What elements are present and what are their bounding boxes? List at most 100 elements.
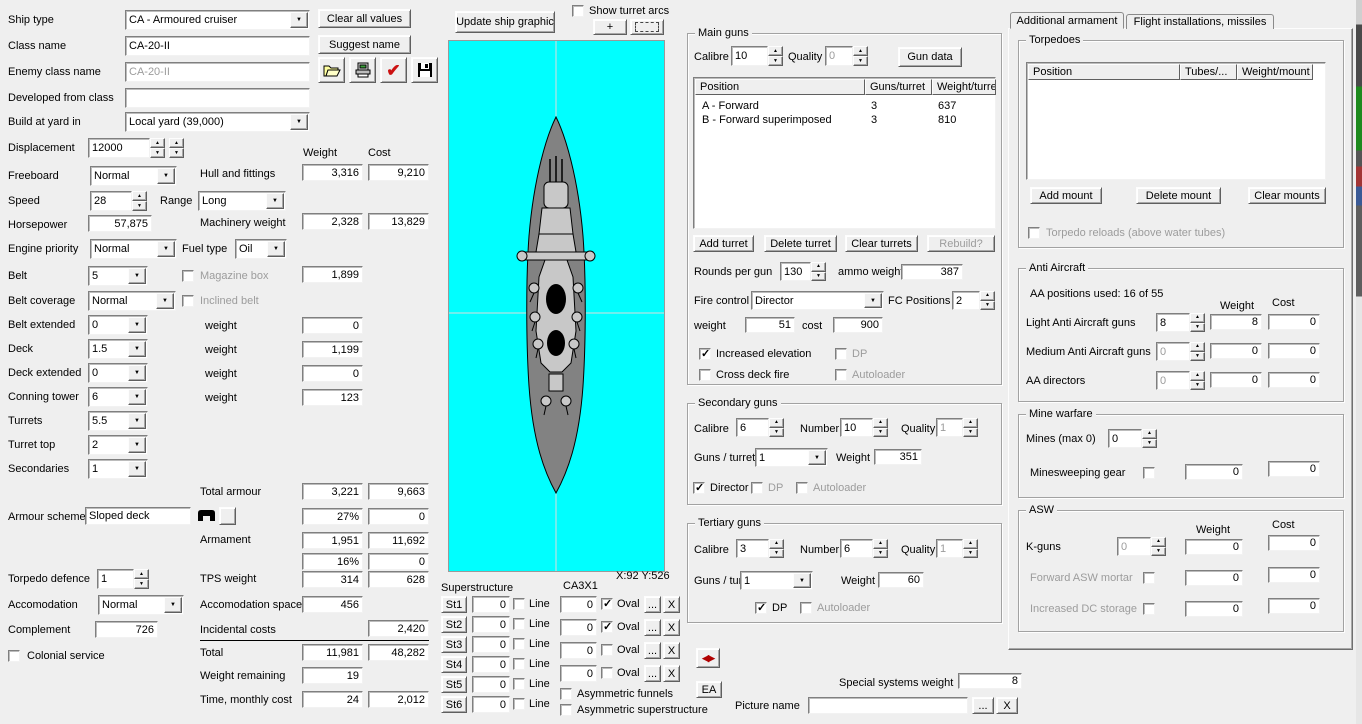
fc-positions-input[interactable]: 2 [952, 291, 980, 310]
rounds-per-gun-input[interactable]: 130 [780, 262, 811, 281]
clear-mounts-button[interactable]: Clear mounts [1248, 187, 1326, 204]
displacement-spinner-fine[interactable]: ▲▼ [169, 138, 184, 158]
turret-row-a-weight[interactable]: 637 [938, 99, 956, 113]
main-calibre-spinner[interactable]: ▲▼ [768, 46, 783, 66]
st1-button[interactable]: St1 [441, 596, 467, 613]
belt-coverage-select[interactable]: Normal▼ [88, 291, 176, 311]
chevron-down-icon[interactable]: ▼ [808, 450, 826, 465]
turret-row-b-weight[interactable]: 810 [938, 113, 956, 127]
funnel4-value[interactable]: 0 [560, 665, 597, 682]
picture-clear-button[interactable]: X [996, 697, 1018, 714]
st6-value[interactable]: 0 [472, 696, 510, 713]
selection-tool-button[interactable] [630, 19, 664, 35]
tab-flight-installations[interactable]: Flight installations, missiles [1126, 14, 1274, 29]
aa-directors-input[interactable]: 0 [1156, 371, 1190, 390]
show-turret-arcs-checkbox[interactable] [572, 5, 584, 17]
colonial-service-checkbox[interactable] [8, 650, 20, 662]
torpedoes-table[interactable]: Position Tubes/... Weight/mount [1026, 62, 1326, 180]
st3-line-checkbox[interactable] [513, 638, 525, 650]
chevron-down-icon[interactable]: ▼ [128, 461, 146, 477]
picture-browse-button[interactable]: ... [972, 697, 994, 714]
light-aa-guns-input[interactable]: 8 [1156, 313, 1190, 332]
developed-from-class-input[interactable] [125, 88, 310, 108]
chevron-down-icon[interactable]: ▼ [266, 193, 284, 209]
increased-elevation-checkbox[interactable] [699, 348, 711, 360]
open-file-button[interactable] [318, 57, 345, 83]
funnel2-delete-button[interactable]: X [663, 619, 680, 636]
add-turret-button[interactable]: Add turret [693, 235, 754, 252]
fc-positions-spinner[interactable]: ▲▼ [980, 291, 995, 310]
chevron-down-icon[interactable]: ▼ [128, 437, 146, 453]
turret-row-b-position[interactable]: B - Forward superimposed [702, 113, 832, 127]
funnel3-value[interactable]: 0 [560, 642, 597, 659]
armour-scheme-picker-button[interactable] [219, 507, 236, 525]
aa-directors-spinner[interactable]: ▲▼ [1190, 371, 1205, 390]
tertiary-calibre-input[interactable]: 3 [736, 539, 769, 558]
secondary-calibre-spinner[interactable]: ▲▼ [769, 418, 784, 437]
turret-row-a-position[interactable]: A - Forward [702, 99, 759, 113]
light-aa-guns-spinner[interactable]: ▲▼ [1190, 313, 1205, 332]
main-quality-spinner[interactable]: ▲▼ [853, 46, 868, 66]
chevron-down-icon[interactable]: ▼ [793, 573, 811, 588]
suggest-name-button[interactable]: Suggest name [318, 35, 411, 54]
ea-button[interactable]: EA [696, 681, 722, 698]
st1-line-checkbox[interactable] [513, 598, 525, 610]
secondary-quality-spinner[interactable]: ▲▼ [963, 418, 978, 437]
tertiary-calibre-spinner[interactable]: ▲▼ [769, 539, 784, 558]
torpedoes-col-position[interactable]: Position [1028, 64, 1180, 80]
chevron-down-icon[interactable]: ▼ [164, 597, 182, 613]
build-at-yard-select[interactable]: Local yard (39,000) ▼ [125, 112, 310, 132]
main-calibre-input[interactable]: 10 [731, 46, 768, 66]
torpedo-defence-input[interactable]: 1 [97, 569, 134, 589]
conning-tower-select[interactable]: 6▼ [88, 387, 148, 407]
cross-deck-fire-checkbox[interactable] [699, 369, 711, 381]
fuel-type-select[interactable]: Oil▼ [235, 239, 287, 259]
chevron-down-icon[interactable]: ▼ [128, 389, 146, 405]
validate-button[interactable]: ✔ [380, 57, 407, 83]
chevron-down-icon[interactable]: ▼ [267, 241, 285, 257]
funnel3-browse-button[interactable]: ... [644, 642, 661, 659]
st1-value[interactable]: 0 [472, 596, 510, 613]
secondary-calibre-input[interactable]: 6 [736, 418, 769, 437]
chevron-down-icon[interactable]: ▼ [290, 12, 308, 28]
main-guns-col-guns-per-turret[interactable]: Guns/turret [865, 79, 932, 95]
class-name-input[interactable] [125, 36, 310, 56]
turrets-select[interactable]: 5.5▼ [88, 411, 148, 431]
ship-type-select[interactable]: CA - Armoured cruiser ▼ [125, 10, 310, 30]
tertiary-dp-checkbox[interactable] [755, 602, 767, 614]
clear-all-values-button[interactable]: Clear all values [318, 9, 411, 28]
fire-control-select[interactable]: Director▼ [751, 291, 884, 310]
funnel1-oval-checkbox[interactable] [601, 598, 613, 610]
belt-extended-select[interactable]: 0▼ [88, 315, 148, 335]
picture-name-input[interactable] [808, 697, 968, 714]
secondary-number-input[interactable]: 10 [840, 418, 873, 437]
funnel2-oval-checkbox[interactable] [601, 621, 613, 633]
torpedoes-col-weight[interactable]: Weight/mount [1237, 64, 1313, 80]
st6-button[interactable]: St6 [441, 696, 467, 713]
add-mount-button[interactable]: Add mount [1030, 187, 1102, 204]
flip-ship-button[interactable]: ◀▶ [696, 648, 720, 668]
displacement-spinner-coarse[interactable]: ▲▼ [150, 138, 165, 158]
medium-aa-guns-input[interactable]: 0 [1156, 342, 1190, 361]
st3-button[interactable]: St3 [441, 636, 467, 653]
funnel2-value[interactable]: 0 [560, 619, 597, 636]
main-guns-col-weight-per-turret[interactable]: Weight/turret [932, 79, 996, 95]
funnel1-delete-button[interactable]: X [663, 596, 680, 613]
clear-turrets-button[interactable]: Clear turrets [845, 235, 918, 252]
st2-button[interactable]: St2 [441, 616, 467, 633]
tertiary-number-spinner[interactable]: ▲▼ [873, 539, 888, 558]
mines-spinner[interactable]: ▲▼ [1142, 429, 1157, 448]
funnel3-delete-button[interactable]: X [663, 642, 680, 659]
zoom-in-button[interactable]: + [593, 19, 627, 35]
k-guns-spinner[interactable]: ▲▼ [1151, 537, 1166, 556]
st4-line-checkbox[interactable] [513, 658, 525, 670]
secondary-quality-input[interactable]: 1 [936, 418, 963, 437]
chevron-down-icon[interactable]: ▼ [128, 268, 146, 284]
displacement-input[interactable]: 12000 [88, 138, 150, 158]
speed-input[interactable]: 28 [90, 191, 132, 211]
update-ship-graphic-button[interactable]: Update ship graphic [455, 11, 555, 33]
main-guns-col-position[interactable]: Position [695, 79, 865, 95]
secondary-guns-per-turret-select[interactable]: 1▼ [755, 448, 828, 467]
funnel4-oval-checkbox[interactable] [601, 667, 613, 679]
mines-input[interactable]: 0 [1108, 429, 1142, 448]
